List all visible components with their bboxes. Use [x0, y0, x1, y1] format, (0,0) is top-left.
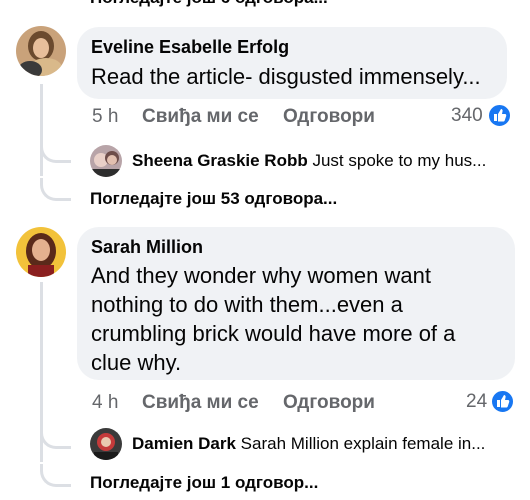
reply-button[interactable]: Одговори: [283, 392, 375, 414]
reply-avatar-photo: [90, 145, 122, 177]
reaction-count[interactable]: 24: [466, 391, 487, 413]
thread-curve-2a: [40, 424, 71, 449]
thread-curve-1b: [40, 178, 71, 201]
reply-avatar-photo: [90, 428, 122, 460]
reply-avatar[interactable]: [90, 428, 122, 460]
reply-preview[interactable]: Damien Dark Sarah Million explain female…: [132, 434, 485, 454]
avatar[interactable]: [16, 227, 66, 277]
avatar[interactable]: [16, 26, 66, 76]
thread-curve-1a: [40, 138, 71, 163]
comment-bubble: Eveline Esabelle Erfolg Read the article…: [77, 27, 507, 99]
reply-avatar[interactable]: [90, 145, 122, 177]
thread-line-1: [40, 84, 43, 176]
reply-author[interactable]: Damien Dark: [132, 434, 236, 453]
comment-author[interactable]: Eveline Esabelle Erfolg: [91, 37, 289, 58]
avatar-photo: [16, 227, 66, 277]
like-thumb-icon[interactable]: [487, 103, 512, 128]
like-button[interactable]: Свиђа ми се: [142, 106, 259, 128]
reply-button[interactable]: Одговори: [283, 106, 375, 128]
like-button[interactable]: Свиђа ми се: [142, 392, 259, 414]
comment-bubble: Sarah Million And they wonder why women …: [77, 227, 515, 380]
like-thumb-icon[interactable]: [490, 389, 515, 414]
comment-author[interactable]: Sarah Million: [91, 237, 203, 258]
see-more-replies[interactable]: Погледајте још 1 одговор...: [90, 473, 318, 493]
reply-snippet: Just spoke to my hus...: [312, 151, 487, 170]
see-more-replies-top[interactable]: Погледајте још 6 одговора...: [90, 0, 328, 8]
comment-text: And they wonder why women want nothing t…: [91, 263, 456, 375]
comment-text: Read the article- disgusted immensely...: [91, 64, 481, 89]
see-more-replies[interactable]: Погледајте још 53 одговора...: [90, 189, 337, 209]
comment-time[interactable]: 5 h: [92, 106, 118, 128]
reply-snippet: Sarah Million explain female in...: [240, 434, 486, 453]
reaction-count[interactable]: 340: [451, 105, 483, 127]
reply-author[interactable]: Sheena Graskie Robb: [132, 151, 308, 170]
comment-time[interactable]: 4 h: [92, 392, 118, 414]
reply-preview[interactable]: Sheena Graskie Robb Just spoke to my hus…: [132, 151, 486, 171]
avatar-photo: [16, 26, 66, 76]
thread-curve-2b: [40, 464, 71, 487]
